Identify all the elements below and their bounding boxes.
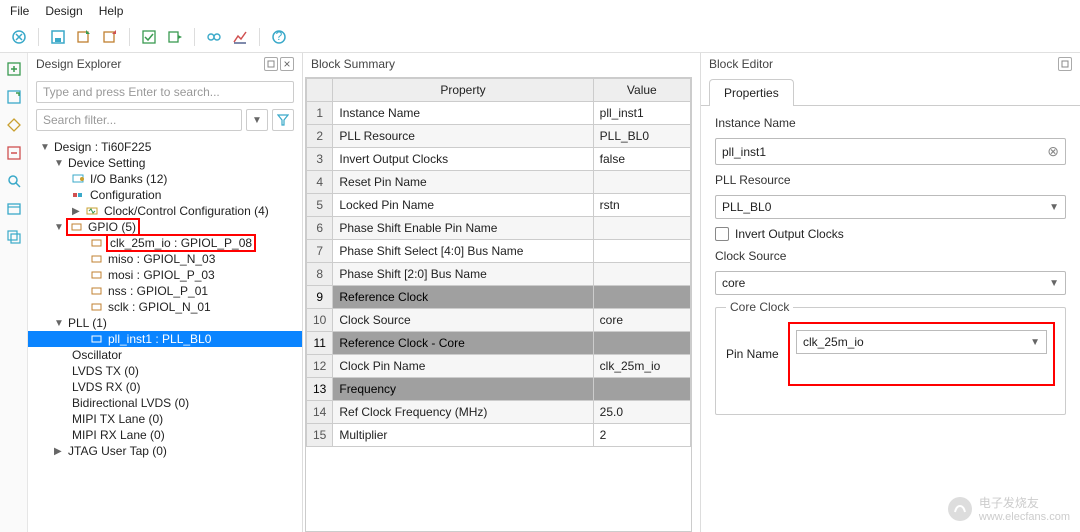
import-icon[interactable] [73, 26, 95, 48]
core-clock-group: Core Clock Pin Name clk_25m_io▼ [715, 307, 1066, 415]
block-editor-panel: Block Editor Properties Instance Name pl… [700, 53, 1080, 532]
sidebar-toolbar [0, 53, 28, 532]
add-icon[interactable] [4, 59, 24, 79]
summary-table: PropertyValue 1Instance Namepll_inst12PL… [306, 78, 691, 447]
instance-name-label: Instance Name [715, 116, 1066, 130]
clear-icon[interactable]: ⊗ [1047, 143, 1059, 160]
detach-icon[interactable] [264, 57, 278, 71]
table-row[interactable]: 8Phase Shift [2:0] Bus Name [307, 263, 691, 286]
block-summary-title: Block Summary [311, 57, 395, 71]
close-panel-icon[interactable]: × [280, 57, 294, 71]
invert-checkbox[interactable] [715, 227, 729, 241]
table-row[interactable]: 1Instance Namepll_inst1 [307, 102, 691, 125]
menu-help[interactable]: Help [99, 4, 124, 18]
tree-config[interactable]: Configuration [28, 187, 302, 203]
tree-lvdstx[interactable]: LVDS TX (0) [28, 363, 302, 379]
instance-name-field[interactable]: pll_inst1⊗ [715, 138, 1066, 165]
core-clock-legend: Core Clock [726, 300, 793, 314]
help-icon[interactable]: ? [268, 26, 290, 48]
tree-pll[interactable]: ▼PLL (1) [28, 315, 302, 331]
block-summary-panel: Block Summary PropertyValue 1Instance Na… [303, 53, 700, 532]
main-toolbar: ? [0, 22, 1080, 53]
check-icon[interactable] [138, 26, 160, 48]
clock-source-select[interactable]: core▼ [715, 271, 1066, 295]
view1-icon[interactable] [203, 26, 225, 48]
table-row[interactable]: 4Reset Pin Name [307, 171, 691, 194]
table-row[interactable]: 5Locked Pin Namerstn [307, 194, 691, 217]
pll-resource-label: PLL Resource [715, 173, 1066, 187]
filter-dropdown-icon[interactable]: ▼ [246, 109, 268, 131]
table-row[interactable]: 9Reference Clock [307, 286, 691, 309]
table-row[interactable]: 15Multiplier2 [307, 424, 691, 447]
pll-resource-select[interactable]: PLL_BL0▼ [715, 195, 1066, 219]
chevron-down-icon: ▼ [1049, 202, 1059, 213]
tree-gpio-2[interactable]: mosi : GPIOL_P_03 [28, 267, 302, 283]
pin-name-label: Pin Name [726, 347, 782, 361]
panel-icon[interactable] [4, 199, 24, 219]
diamond-icon[interactable] [4, 115, 24, 135]
tree-gpio[interactable]: ▼GPIO (5) [28, 219, 302, 235]
editor-tabs: Properties [701, 79, 1080, 106]
tree-lvdsrx[interactable]: LVDS RX (0) [28, 379, 302, 395]
menu-file[interactable]: File [10, 4, 29, 18]
tree-iobanks[interactable]: I/O Banks (12) [28, 171, 302, 187]
tree-gpio-1[interactable]: miso : GPIOL_N_03 [28, 251, 302, 267]
tree-mipitx[interactable]: MIPI TX Lane (0) [28, 411, 302, 427]
save-icon[interactable] [47, 26, 69, 48]
table-row[interactable]: 13Frequency [307, 378, 691, 401]
table-row[interactable]: 2PLL ResourcePLL_BL0 [307, 125, 691, 148]
table-row[interactable]: 10Clock Sourcecore [307, 309, 691, 332]
add2-icon[interactable] [4, 87, 24, 107]
tree-bilvds[interactable]: Bidirectional LVDS (0) [28, 395, 302, 411]
design-tree[interactable]: ▼Design : Ti60F225 ▼Device Setting I/O B… [28, 137, 302, 532]
filter-input[interactable]: Search filter... [36, 109, 242, 131]
tree-gpio-4[interactable]: sclk : GPIOL_N_01 [28, 299, 302, 315]
tree-pll-inst1[interactable]: pll_inst1 : PLL_BL0 [28, 331, 302, 347]
tree-root[interactable]: ▼Design : Ti60F225 [28, 139, 302, 155]
table-row[interactable]: 12Clock Pin Nameclk_25m_io [307, 355, 691, 378]
search-input[interactable]: Type and press Enter to search... [36, 81, 294, 103]
tree-device[interactable]: ▼Device Setting [28, 155, 302, 171]
chevron-down-icon: ▼ [1030, 337, 1040, 348]
menu-design[interactable]: Design [45, 4, 82, 18]
detach-editor-icon[interactable] [1058, 57, 1072, 71]
menu-bar: File Design Help [0, 0, 1080, 22]
clock-source-label: Clock Source [715, 249, 1066, 263]
export-icon[interactable] [99, 26, 121, 48]
table-row[interactable]: 14Ref Clock Frequency (MHz)25.0 [307, 401, 691, 424]
chart-icon[interactable] [229, 26, 251, 48]
table-row[interactable]: 3Invert Output Clocksfalse [307, 148, 691, 171]
run-icon[interactable] [164, 26, 186, 48]
design-explorer-title: Design Explorer [36, 57, 121, 71]
tree-jtag[interactable]: ▶JTAG User Tap (0) [28, 443, 302, 459]
table-row[interactable]: 11Reference Clock - Core [307, 332, 691, 355]
watermark: 电子发烧友 www.elecfans.com [947, 494, 1070, 523]
cancel-icon[interactable] [8, 26, 30, 48]
design-explorer-panel: Design Explorer × Type and press Enter t… [28, 53, 303, 532]
block-editor-title: Block Editor [709, 57, 773, 71]
filter-funnel-icon[interactable] [272, 109, 294, 131]
table-row[interactable]: 6Phase Shift Enable Pin Name [307, 217, 691, 240]
table-row[interactable]: 7Phase Shift Select [4:0] Bus Name [307, 240, 691, 263]
col-property: Property [333, 79, 593, 102]
tree-gpio-3[interactable]: nss : GPIOL_P_01 [28, 283, 302, 299]
delete-icon[interactable] [4, 143, 24, 163]
copy-icon[interactable] [4, 227, 24, 247]
tree-osc[interactable]: Oscillator [28, 347, 302, 363]
tree-mipirx[interactable]: MIPI RX Lane (0) [28, 427, 302, 443]
col-value: Value [593, 79, 690, 102]
pin-name-select[interactable]: clk_25m_io▼ [796, 330, 1047, 354]
tree-gpio-0[interactable]: clk_25m_io : GPIOL_P_08 [28, 235, 302, 251]
chevron-down-icon: ▼ [1049, 278, 1059, 289]
tab-properties[interactable]: Properties [709, 79, 794, 106]
search-icon[interactable] [4, 171, 24, 191]
svg-text:?: ? [276, 29, 283, 43]
tree-clkctrl[interactable]: ▶Clock/Control Configuration (4) [28, 203, 302, 219]
invert-label: Invert Output Clocks [735, 227, 844, 241]
